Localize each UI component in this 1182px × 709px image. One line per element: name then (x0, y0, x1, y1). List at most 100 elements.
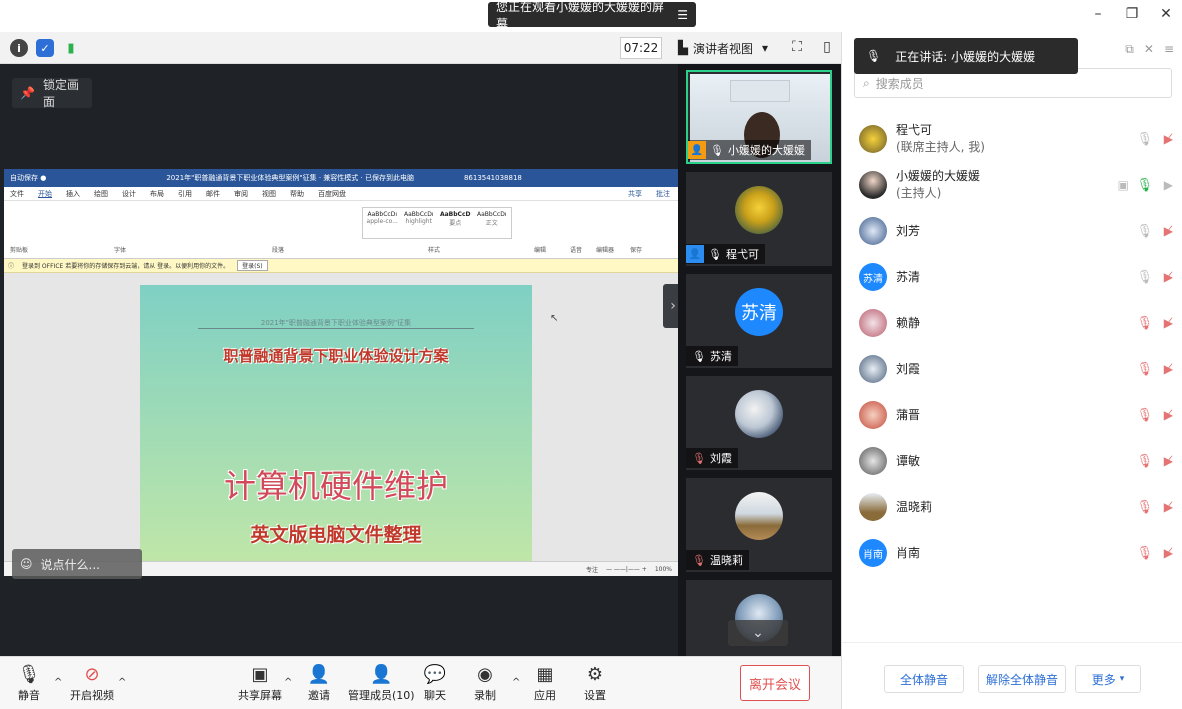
shield-icon[interactable]: ✓ (36, 39, 54, 57)
unmute-all-button[interactable]: 解除全体静音 (978, 665, 1066, 693)
info-icon[interactable]: i (10, 39, 28, 57)
thumb-tile[interactable]: 👤 🎙 程弋可 (686, 172, 832, 266)
style-item[interactable]: AaBbCcDı 正文 (476, 211, 509, 235)
member-row[interactable]: 肖南 肖南 🎙 ▶̸ (842, 530, 1182, 576)
mute-all-button[interactable]: 全体静音 (884, 665, 964, 693)
microphone-muted-icon[interactable]: 🎙 (1136, 362, 1153, 377)
signal-icon[interactable]: ▮ (62, 39, 80, 57)
word-share-button[interactable]: 共享 (628, 189, 642, 199)
member-row[interactable]: 小媛媛的大媛媛 (主持人) ▣ 🎙 ▶ (842, 162, 1182, 208)
word-menu-item[interactable]: 审阅 (234, 189, 248, 199)
start-video-button[interactable]: ⊘ 开启视频 (70, 663, 114, 703)
member-row[interactable]: 苏清 苏清 🎙 ▶̸ (842, 254, 1182, 300)
zoom-slider[interactable]: — ——|—— + (606, 566, 647, 573)
camera-off-icon[interactable]: ▶̸ (1164, 224, 1173, 238)
microphone-muted-icon[interactable]: 🎙 (1136, 316, 1153, 331)
restore-icon[interactable]: ❐ (1124, 6, 1140, 22)
leave-meeting-button[interactable]: 离开会议 (740, 665, 810, 701)
chat-button[interactable]: 💬 聊天 (424, 663, 446, 703)
document-page[interactable]: 2021年"职普融通背景下职业体验典型案例"征集 职普融通背景下职业体验设计方案… (140, 285, 532, 561)
microphone-active-icon[interactable]: 🎙 (1136, 178, 1153, 193)
side-panel-toggle-icon[interactable]: ▯ (818, 38, 836, 56)
member-row[interactable]: 程弋可 (联席主持人, 我) 🎙 ▶̸ (842, 116, 1182, 162)
member-name: 蒲晋 (896, 407, 921, 422)
share-screen-button[interactable]: ▣ 共享屏幕 (238, 663, 282, 703)
thumb-tile[interactable]: 🎙 刘霞 (686, 376, 832, 470)
member-row[interactable]: 刘芳 🎙 ▶̸ (842, 208, 1182, 254)
word-menu-item[interactable]: 开始 (38, 189, 52, 199)
close-icon[interactable]: ✕ (1144, 42, 1154, 57)
manage-members-button[interactable]: 👤 管理成员(10) (348, 663, 415, 703)
mute-button[interactable]: 🎙 静音 (18, 663, 41, 703)
fullscreen-icon[interactable]: ⛶ (788, 38, 806, 56)
word-menu-item[interactable]: 布局 (150, 189, 164, 199)
thumb-tile[interactable]: 🎙 温晓莉 (686, 478, 832, 572)
microphone-muted-icon[interactable]: 🎙 (1136, 546, 1153, 561)
thumb-name: 小媛媛的大媛媛 (727, 144, 805, 157)
focus-mode-label[interactable]: 专注 (586, 565, 598, 574)
member-row[interactable]: 谭敏 🎙 ▶̸ (842, 438, 1182, 484)
word-menu-item[interactable]: 绘图 (94, 189, 108, 199)
camera-icon[interactable]: ▶ (1164, 178, 1173, 192)
chevron-up-icon[interactable]: ^ (54, 677, 62, 688)
chevron-up-icon[interactable]: ^ (118, 677, 126, 688)
camera-off-icon[interactable]: ▶̸ (1164, 132, 1173, 146)
bottom-toolbar: 🎙 静音 ^ ⊘ 开启视频 ^ ▣ 共享屏幕 ^ 👤 邀请 👤 管理成员(10)… (0, 656, 841, 709)
camera-off-icon[interactable]: ▶̸ (1164, 500, 1173, 514)
chevron-down-icon[interactable]: ⌄ (728, 620, 788, 646)
document-canvas: 2021年"职普融通背景下职业体验典型案例"征集 职普融通背景下职业体验设计方案… (4, 273, 678, 561)
menu-icon[interactable]: ≡ (1164, 42, 1174, 57)
word-comment-button[interactable]: 批注 (656, 189, 670, 199)
style-item[interactable]: AaBbCcD 要点 (439, 211, 472, 235)
word-menu-item[interactable]: 插入 (66, 189, 80, 199)
invite-button[interactable]: 👤 邀请 (308, 663, 330, 703)
chevron-up-icon[interactable]: ^ (512, 677, 520, 688)
microphone-icon[interactable]: 🎙 (1136, 270, 1153, 285)
camera-off-icon[interactable]: ▶̸ (1164, 454, 1173, 468)
more-button[interactable]: 更多 ▾ (1075, 665, 1141, 693)
menu-icon[interactable]: ☰ (677, 8, 688, 22)
camera-off-icon[interactable]: ▶̸ (1164, 408, 1173, 422)
camera-off-icon[interactable]: ▶̸ (1164, 270, 1173, 284)
member-row[interactable]: 温晓莉 🎙 ▶̸ (842, 484, 1182, 530)
microphone-icon[interactable]: 🎙 (1136, 224, 1153, 239)
member-row[interactable]: 刘霞 🎙 ▶̸ (842, 346, 1182, 392)
close-icon[interactable]: ✕ (1158, 6, 1174, 22)
chevron-up-icon[interactable]: ^ (284, 677, 292, 688)
member-row[interactable]: 蒲晋 🎙 ▶̸ (842, 392, 1182, 438)
microphone-muted-icon[interactable]: 🎙 (1136, 454, 1153, 469)
thumb-tile[interactable]: 👤 🎙 小媛媛的大媛媛 (686, 70, 832, 164)
lock-view-button[interactable]: 📌 锁定画面 (12, 78, 92, 109)
speaker-view-dropdown[interactable]: ▙ 演讲者视图 ▾ (678, 37, 776, 59)
popout-icon[interactable]: ⧉ (1125, 42, 1134, 57)
record-button[interactable]: ◉ 录制 (474, 663, 496, 703)
camera-off-icon[interactable]: ▶̸ (1164, 316, 1173, 330)
microphone-muted-icon[interactable]: 🎙 (1136, 500, 1153, 515)
say-something-input[interactable]: ☺ 说点什么... (12, 549, 142, 579)
camera-off-icon[interactable]: ▶̸ (1164, 546, 1173, 560)
camera-off-icon[interactable]: ▶̸ (1164, 362, 1173, 376)
avatar (859, 125, 887, 153)
word-menu-item[interactable]: 引用 (178, 189, 192, 199)
word-menu-item[interactable]: 设计 (122, 189, 136, 199)
word-menu-item[interactable]: 帮助 (290, 189, 304, 199)
word-menu-item[interactable]: 百度网盘 (318, 189, 346, 199)
thumb-tile[interactable]: 苏清 🎙 苏清 (686, 274, 832, 368)
microphone-icon[interactable]: 🎙 (1136, 132, 1153, 147)
office-sign-in-button[interactable]: 登录(S) (237, 260, 268, 271)
add-user-icon: 👤 (307, 663, 331, 685)
member-row[interactable]: 赖静 🎙 ▶̸ (842, 300, 1182, 346)
layout-icon: ▙ (678, 40, 688, 56)
style-item[interactable]: AaBbCcDı highlight (403, 211, 436, 235)
microphone-muted-icon[interactable]: 🎙 (1136, 408, 1153, 423)
word-menu-item[interactable]: 文件 (10, 189, 24, 199)
style-item[interactable]: AaBbCcDı apple-co... (366, 211, 399, 235)
sharing-banner[interactable]: 您正在观看小媛媛的大媛媛的屏幕 ☰ (488, 0, 696, 31)
word-menu-item[interactable]: 邮件 (206, 189, 220, 199)
more-label: 更多 (1091, 672, 1116, 687)
minimize-icon[interactable]: – (1090, 6, 1106, 22)
word-menu-item[interactable]: 视图 (262, 189, 276, 199)
settings-button[interactable]: ⚙ 设置 (584, 663, 606, 703)
apps-button[interactable]: ▦ 应用 (534, 663, 556, 703)
styles-gallery[interactable]: AaBbCcDı apple-co... AaBbCcDı highlight Aa… (362, 207, 512, 239)
